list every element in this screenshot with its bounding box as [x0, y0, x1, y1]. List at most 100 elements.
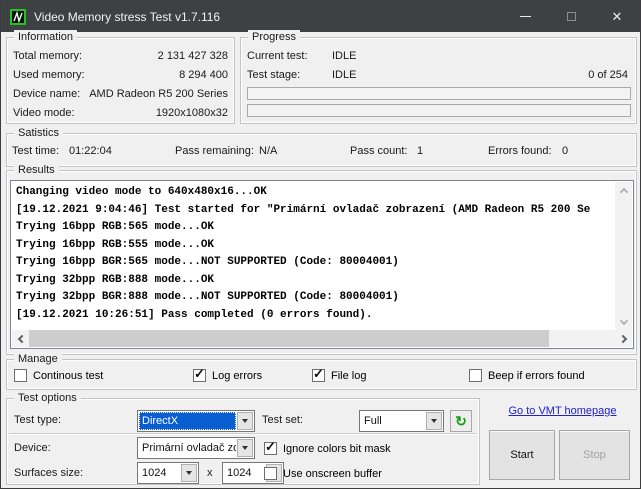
- checkbox-label: Use onscreen buffer: [283, 468, 382, 480]
- results-log-text: Changing video mode to 640x480x16...OK […: [12, 182, 615, 330]
- chevron-left-icon: [18, 334, 26, 342]
- total-memory-value: 2 131 427 328: [158, 50, 228, 62]
- log-errors-checkbox[interactable]: ✓ Log errors: [193, 369, 262, 382]
- minimize-button[interactable]: [502, 1, 548, 32]
- device-dropdown-button[interactable]: [237, 439, 253, 457]
- scroll-down-button[interactable]: [615, 313, 632, 330]
- test-time-label: Test time:: [12, 145, 59, 157]
- surface-width-select[interactable]: 1024: [137, 462, 199, 484]
- device-name-value: AMD Radeon R5 200 Series: [89, 88, 228, 100]
- test-set-value: Full: [361, 412, 425, 430]
- information-group: Information Total memory: 2 131 427 328 …: [6, 37, 235, 124]
- device-label: Device:: [14, 442, 51, 454]
- vertical-scrollbar[interactable]: [615, 182, 632, 330]
- checkbox-label: Continous test: [33, 370, 103, 382]
- test-time-value: 01:22:04: [69, 145, 112, 157]
- results-group: Results Changing video mode to 640x480x1…: [6, 170, 637, 355]
- statistics-legend: Satistics: [14, 126, 63, 140]
- log-line: [19.12.2021 9:04:46] Test started for "P…: [16, 202, 615, 220]
- file-log-checkbox[interactable]: ✓ File log: [312, 369, 366, 382]
- chevron-right-icon: [618, 334, 626, 342]
- statistics-group: Satistics Test time: 01:22:04 Pass remai…: [6, 133, 637, 167]
- checkbox-label: Beep if errors found: [488, 370, 585, 382]
- checkbox-box: [264, 467, 277, 480]
- manage-legend: Manage: [14, 352, 62, 366]
- used-memory-value: 8 294 400: [179, 69, 228, 81]
- test-set-label: Test set:: [262, 414, 303, 426]
- test-type-value: DirectX: [139, 412, 236, 430]
- checkmark-icon: ✓: [194, 366, 205, 382]
- options-divider: [9, 433, 477, 434]
- minimize-icon: [520, 16, 531, 17]
- total-memory-label: Total memory:: [13, 50, 82, 62]
- test-type-label: Test type:: [14, 414, 61, 426]
- chevron-down-icon: [619, 316, 627, 324]
- checkbox-box: ✓: [264, 442, 277, 455]
- continuous-test-checkbox[interactable]: Continous test: [14, 369, 103, 382]
- log-line: Trying 32bpp RGB:888 mode...OK: [16, 272, 615, 290]
- test-type-dropdown-button[interactable]: [237, 412, 253, 430]
- errors-found-label: Errors found:: [488, 145, 552, 157]
- chevron-down-icon: [242, 419, 248, 423]
- progress-bar-current: [247, 87, 631, 100]
- results-log[interactable]: Changing video mode to 640x480x16...OK […: [10, 180, 634, 349]
- checkbox-box: ✓: [193, 369, 206, 382]
- close-button[interactable]: ✕: [594, 1, 640, 32]
- surfaces-separator: x: [207, 467, 213, 479]
- current-test-value: IDLE: [332, 50, 356, 62]
- test-options-group: Test options Test type: DirectX Test set…: [6, 398, 480, 485]
- pass-remaining-value: N/A: [259, 145, 277, 157]
- current-test-label: Current test:: [247, 50, 308, 62]
- scroll-up-button[interactable]: [615, 182, 632, 199]
- horizontal-scrollbar[interactable]: [12, 330, 632, 347]
- test-options-legend: Test options: [14, 391, 81, 405]
- results-legend: Results: [14, 163, 59, 177]
- device-select[interactable]: Primární ovladač zob: [137, 437, 255, 459]
- log-line: Trying 16bpp BGR:565 mode...NOT SUPPORTE…: [16, 254, 615, 272]
- refresh-button[interactable]: ↻: [450, 410, 472, 432]
- chevron-down-icon: [186, 471, 192, 475]
- surface-width-dropdown-button[interactable]: [181, 464, 197, 482]
- homepage-link[interactable]: Go to VMT homepage: [488, 405, 637, 417]
- beep-checkbox[interactable]: Beep if errors found: [469, 369, 585, 382]
- test-stage-value: IDLE: [332, 69, 356, 81]
- progress-group: Progress Current test: IDLE Test stage: …: [240, 37, 637, 124]
- title-bar: Video Memory stress Test v1.7.116 ✕: [1, 1, 640, 32]
- test-type-select[interactable]: DirectX: [137, 410, 255, 432]
- log-line: Trying 16bpp RGB:565 mode...OK: [16, 219, 615, 237]
- device-value: Primární ovladač zob: [139, 439, 236, 457]
- log-line: [19.12.2021 10:26:51] Pass completed (0 …: [16, 307, 615, 325]
- progress-bar-stage: [247, 104, 631, 117]
- video-mode-value: 1920x1080x32: [156, 107, 228, 119]
- ignore-colors-checkbox[interactable]: ✓ Ignore colors bit mask: [264, 442, 391, 455]
- refresh-icon: ↻: [455, 413, 467, 430]
- chevron-down-icon: [242, 446, 248, 450]
- scroll-left-button[interactable]: [12, 330, 29, 347]
- maximize-button[interactable]: [548, 1, 594, 32]
- checkbox-box: ✓: [312, 369, 325, 382]
- scroll-right-button[interactable]: [615, 330, 632, 347]
- surface-height-value: 1024: [224, 464, 265, 482]
- checkmark-icon: ✓: [313, 366, 324, 382]
- checkbox-label: File log: [331, 370, 366, 382]
- information-legend: Information: [14, 30, 77, 44]
- start-button[interactable]: Start: [489, 430, 555, 480]
- checkbox-label: Log errors: [212, 370, 262, 382]
- progress-legend: Progress: [248, 30, 300, 44]
- device-name-label: Device name:: [13, 88, 80, 100]
- test-set-dropdown-button[interactable]: [426, 412, 442, 430]
- app-window: Video Memory stress Test v1.7.116 ✕ Info…: [0, 0, 641, 489]
- window-controls: ✕: [502, 1, 640, 32]
- close-icon: ✕: [612, 10, 623, 23]
- test-set-select[interactable]: Full: [359, 410, 444, 432]
- log-line: Changing video mode to 640x480x16...OK: [16, 184, 615, 202]
- log-line: Trying 16bpp RGB:555 mode...OK: [16, 237, 615, 255]
- log-line: Trying 32bpp BGR:888 mode...NOT SUPPORTE…: [16, 289, 615, 307]
- window-title: Video Memory stress Test v1.7.116: [34, 10, 220, 24]
- horizontal-scroll-thumb[interactable]: [29, 330, 549, 347]
- onscreen-buffer-checkbox[interactable]: Use onscreen buffer: [264, 467, 382, 480]
- stage-counter: 0 of 254: [588, 69, 628, 81]
- errors-found-value: 0: [562, 145, 568, 157]
- pass-count-label: Pass count:: [350, 145, 407, 157]
- surface-width-value: 1024: [139, 464, 180, 482]
